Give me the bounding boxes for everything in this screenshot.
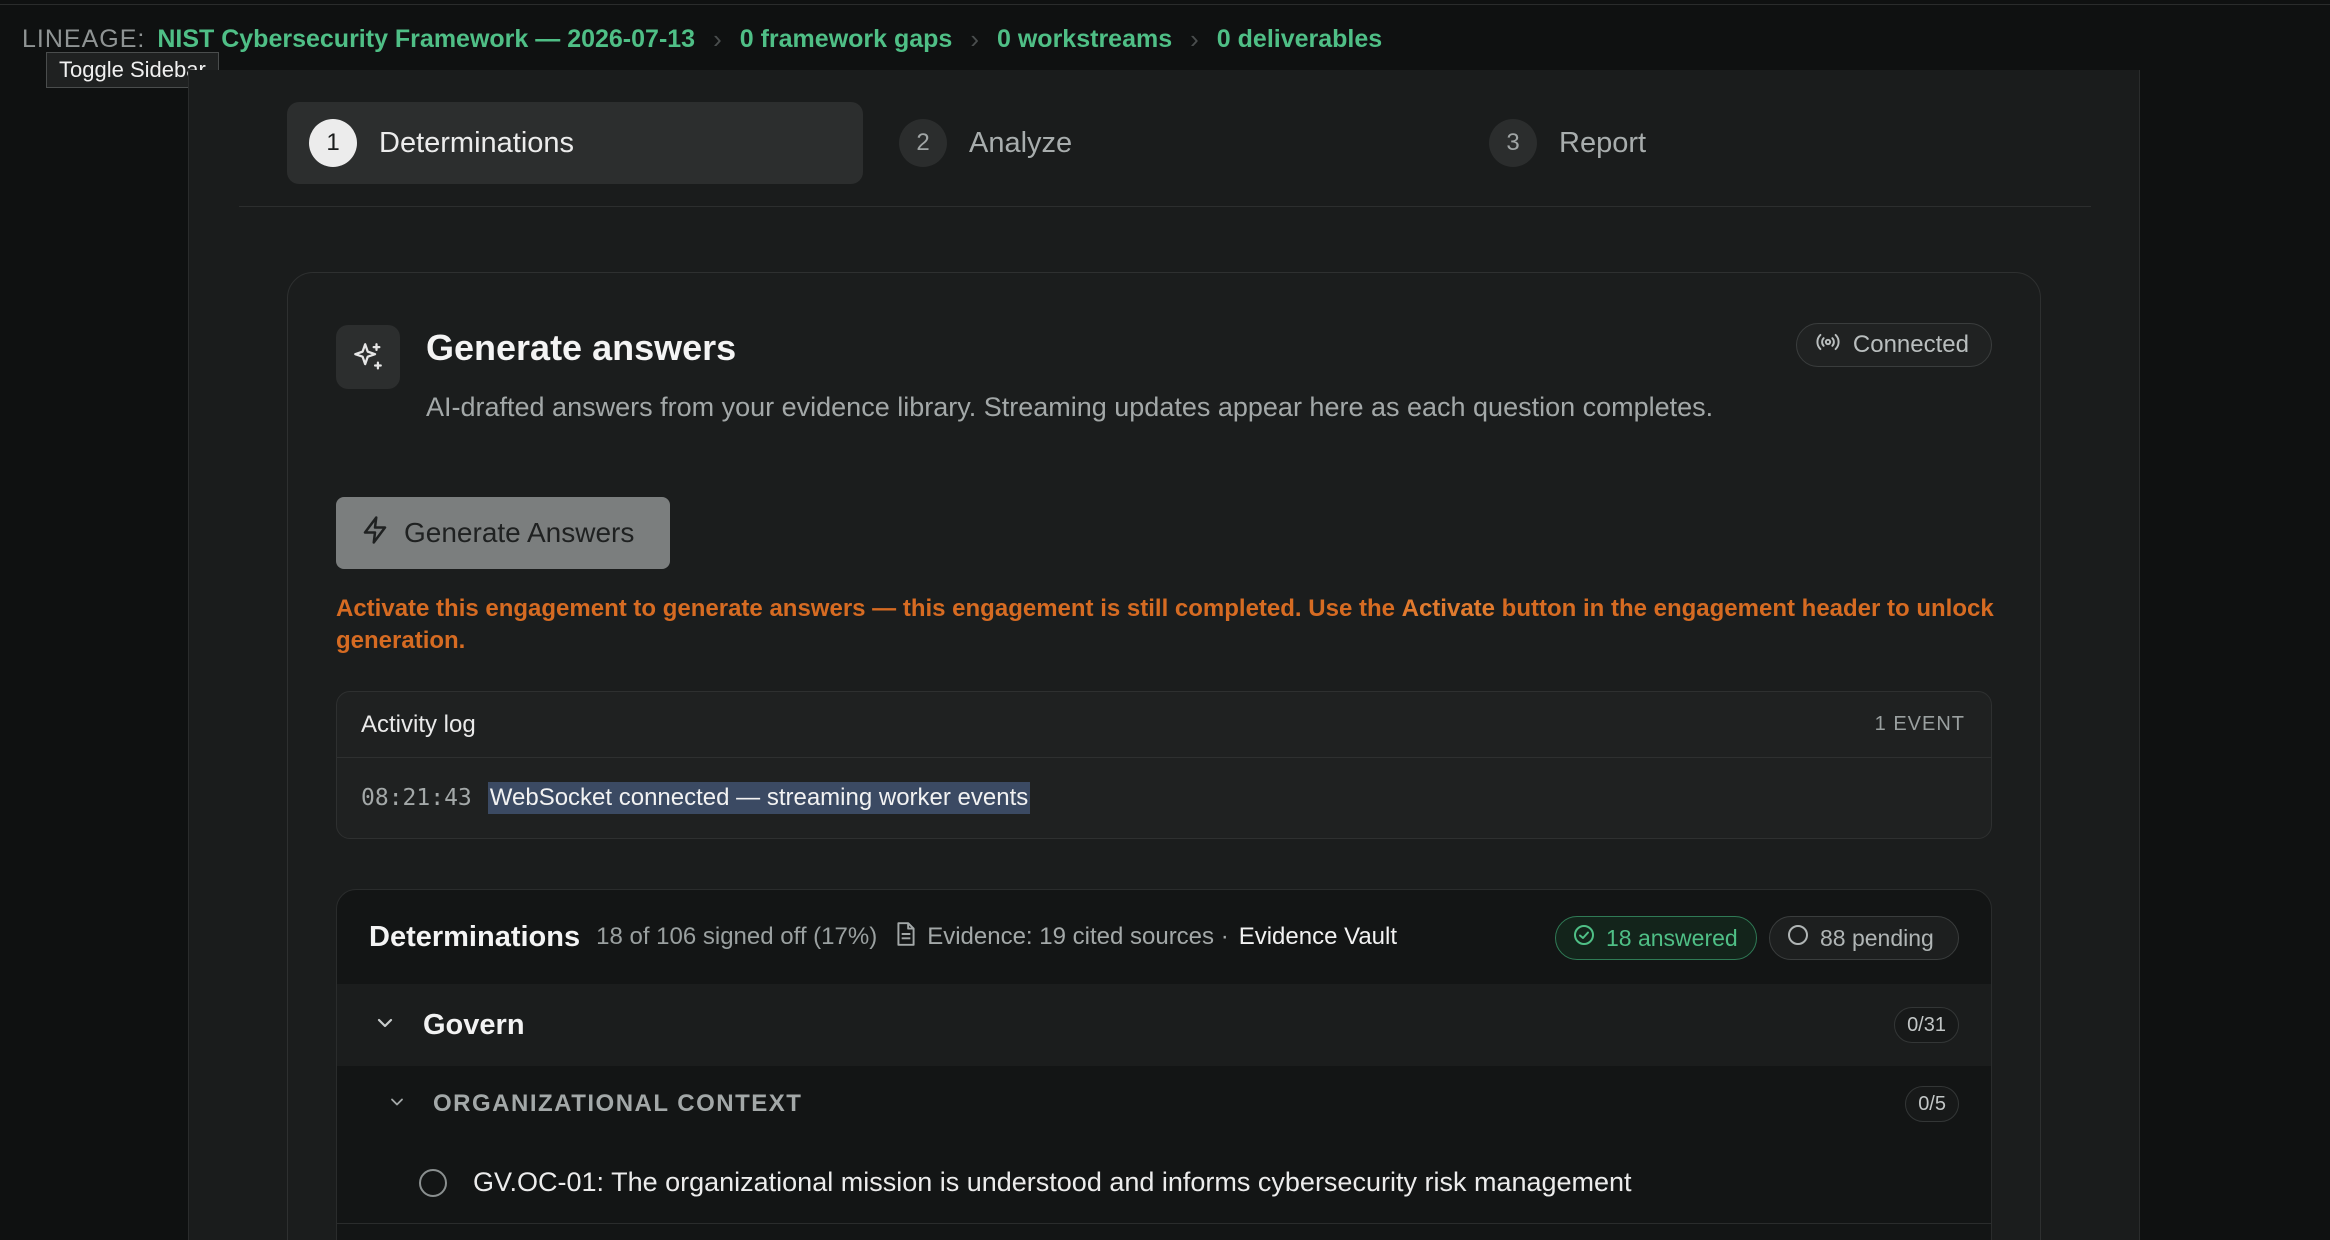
broadcast-icon — [1815, 329, 1841, 362]
chevron-right-icon: › — [1190, 23, 1199, 54]
warning-text: Activate this engagement to generate ans… — [336, 595, 1402, 622]
lineage-framework-link[interactable]: NIST Cybersecurity Framework — 2026-07-1… — [157, 25, 695, 54]
pending-count: 88 pending — [1820, 924, 1934, 951]
stepper: 1 Determinations 2 Analyze 3 Report — [287, 102, 2087, 184]
determination-item-gv-oc-01[interactable]: GV.OC-01: The organizational mission is … — [337, 1142, 1991, 1224]
step-analyze[interactable]: 2 Analyze — [877, 102, 1453, 184]
step-number: 3 — [1489, 119, 1537, 167]
pending-filter-chip[interactable]: 88 pending — [1769, 916, 1959, 960]
category-progress-badge: 0/5 — [1905, 1086, 1959, 1122]
step-determinations[interactable]: 1 Determinations — [287, 102, 863, 184]
check-circle-icon — [1572, 923, 1596, 953]
connection-status-text: Connected — [1852, 331, 1969, 358]
answered-count: 18 answered — [1606, 924, 1738, 951]
determinations-table: Determinations 18 of 106 signed off (17%… — [336, 889, 1992, 1240]
determination-item-label: GV.OC-01: The organizational mission is … — [473, 1167, 1632, 1197]
signed-off-summary: 18 of 106 signed off (17%) — [596, 923, 878, 950]
main-panel: 1 Determinations 2 Analyze 3 Report Gene… — [188, 70, 2140, 1240]
activity-log-title: Activity log — [361, 710, 476, 738]
lightning-icon — [360, 515, 390, 552]
evidence-summary: Evidence: 19 cited sources · Evidence Va… — [895, 921, 1397, 954]
chevron-down-icon — [373, 1011, 397, 1040]
lineage-label: LINEAGE: — [22, 24, 146, 53]
log-entry: 08:21:43 WebSocket connected — streaming… — [337, 758, 1991, 838]
log-message[interactable]: WebSocket connected — streaming worker e… — [487, 782, 1031, 814]
circle-icon — [1786, 923, 1810, 953]
chevron-right-icon: › — [713, 23, 722, 54]
activity-log-count: 1 EVENT — [1874, 713, 1965, 735]
group-name: Govern — [423, 1008, 525, 1041]
log-timestamp: 08:21:43 — [361, 785, 472, 811]
activation-warning: Activate this engagement to generate ans… — [336, 593, 1996, 657]
card-title: Generate answers — [426, 327, 737, 368]
lineage-breadcrumb: LINEAGE: NIST Cybersecurity Framework — … — [22, 24, 1382, 54]
category-row-organizational-context[interactable]: ORGANIZATIONAL CONTEXT 0/5 — [337, 1066, 1991, 1142]
group-row-govern[interactable]: Govern 0/31 — [337, 984, 1991, 1066]
connection-status-badge: Connected — [1795, 323, 1992, 367]
generate-answers-label: Generate Answers — [404, 517, 635, 548]
step-number: 2 — [899, 119, 947, 167]
evidence-vault-link[interactable]: Evidence Vault — [1239, 923, 1397, 951]
determinations-title: Determinations — [369, 920, 581, 953]
answered-filter-chip[interactable]: 18 answered — [1555, 916, 1757, 960]
group-progress-badge: 0/31 — [1894, 1007, 1959, 1043]
stepper-divider — [239, 206, 2091, 207]
generate-answers-button[interactable]: Generate Answers — [336, 497, 670, 569]
step-label: Report — [1559, 126, 1647, 159]
document-icon — [895, 921, 917, 954]
status-circle-icon[interactable] — [419, 1168, 447, 1197]
determinations-header: Determinations 18 of 106 signed off (17%… — [337, 890, 1991, 984]
lineage-deliverables-link[interactable]: 0 deliverables — [1217, 25, 1382, 54]
lineage-gaps-link[interactable]: 0 framework gaps — [740, 25, 953, 54]
warning-activate-emphasis: Activate — [1401, 595, 1495, 622]
category-name: ORGANIZATIONAL CONTEXT — [433, 1090, 803, 1117]
chevron-right-icon: › — [970, 23, 980, 54]
sparkles-icon — [336, 325, 400, 389]
step-report[interactable]: 3 Report — [1467, 102, 2043, 184]
step-number: 1 — [309, 119, 357, 167]
activity-log-header: Activity log 1 EVENT — [337, 692, 1991, 758]
step-label: Determinations — [379, 126, 575, 159]
step-label: Analyze — [969, 126, 1073, 159]
evidence-count: Evidence: 19 cited sources · — [927, 923, 1229, 950]
activity-log: Activity log 1 EVENT 08:21:43 WebSocket … — [336, 691, 1992, 839]
card-description: AI-drafted answers from your evidence li… — [426, 392, 1714, 422]
generate-answers-card: Generate answers AI-drafted answers from… — [287, 272, 2041, 1240]
top-divider — [0, 4, 2330, 5]
lineage-workstreams-link[interactable]: 0 workstreams — [997, 25, 1172, 54]
chevron-down-icon — [387, 1092, 407, 1117]
